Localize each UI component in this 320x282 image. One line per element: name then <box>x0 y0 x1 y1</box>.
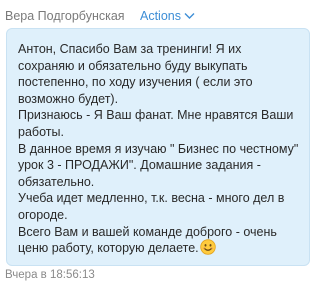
actions-dropdown[interactable]: Actions <box>140 7 195 25</box>
actions-label: Actions <box>140 9 181 23</box>
author-name: Вера Подгорбунская <box>5 9 125 23</box>
message-text: Антон, Спасибо Вам за тренинги! Я их сох… <box>18 42 299 256</box>
chevron-down-icon <box>184 7 195 20</box>
message-header: Вера Подгорбунская Actions <box>5 7 317 25</box>
smiling-face-icon <box>199 239 216 255</box>
message-timestamp: Вчера в 18:56:13 <box>5 269 95 281</box>
message-bubble: Антон, Спасибо Вам за тренинги! Я их сох… <box>6 28 310 266</box>
